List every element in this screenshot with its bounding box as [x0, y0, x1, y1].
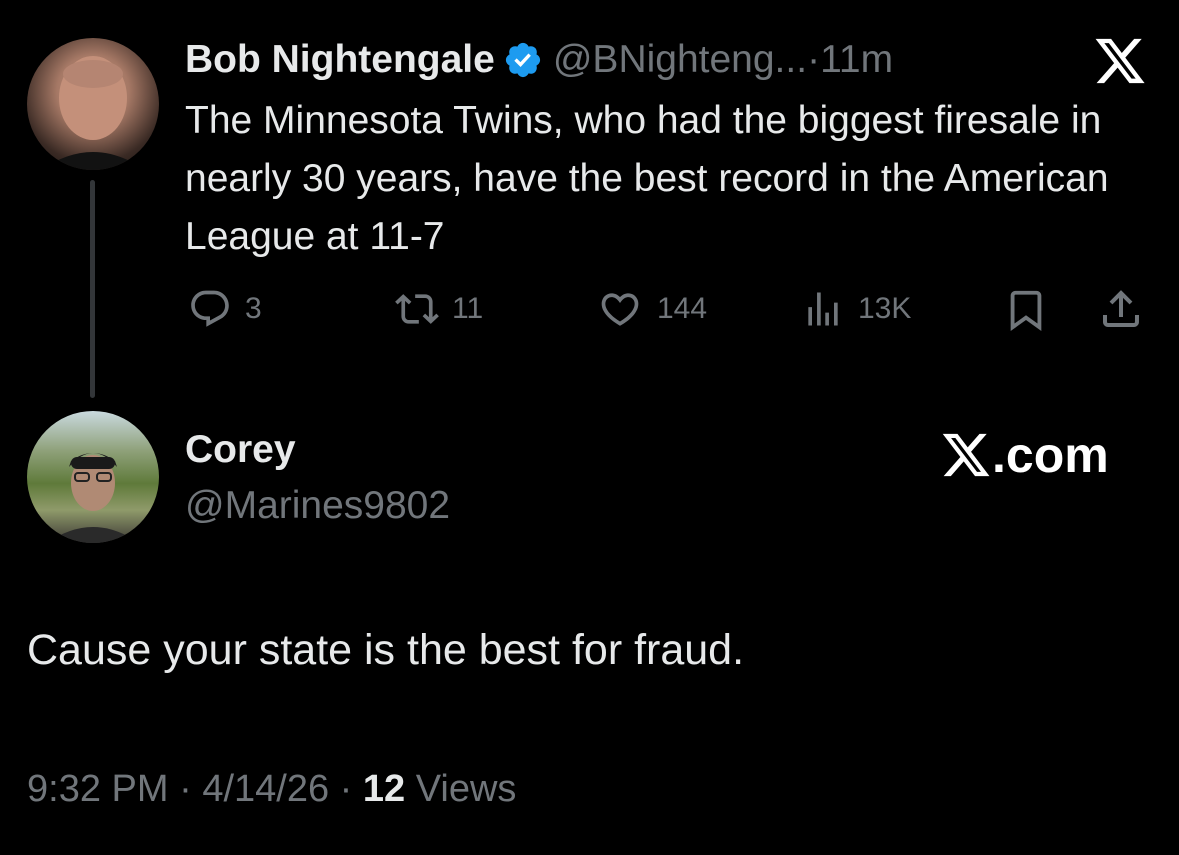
views-count: 13K [858, 292, 912, 325]
reply-button[interactable]: 3 [187, 287, 262, 331]
x-com-suffix: .com [992, 427, 1109, 483]
share-icon [1103, 290, 1139, 327]
bookmark-icon [1010, 290, 1042, 331]
views-icon [808, 292, 838, 326]
repost-count: 11 [452, 292, 484, 325]
like-count: 144 [657, 292, 708, 325]
avatar-corey[interactable] [27, 411, 159, 543]
x-com-watermark: .com [940, 426, 1109, 484]
reply-icon [191, 290, 229, 327]
verified-badge-icon [503, 40, 543, 80]
meta-separator: · [329, 768, 363, 810]
time-separator: · [807, 38, 821, 81]
thread-connector-line [90, 180, 95, 398]
reply-date[interactable]: 4/14/26 [202, 768, 329, 810]
reply-meta: 9:32 PM · 4/14/26 · 12 Views [27, 768, 516, 811]
like-button[interactable]: 144 [595, 287, 707, 331]
like-icon [601, 293, 639, 326]
share-button[interactable] [1097, 285, 1145, 333]
reply-time[interactable]: 9:32 PM [27, 768, 169, 810]
x-logo-icon [1092, 36, 1148, 86]
repost-button[interactable]: 11 [388, 287, 483, 331]
tweet-text: The Minnesota Twins, who had the biggest… [185, 99, 1109, 258]
reply-views-label: Views [405, 768, 517, 810]
avatar-bob-nightengale[interactable] [27, 38, 159, 170]
bookmark-button[interactable] [1003, 287, 1049, 333]
reply-author-name[interactable]: Corey [185, 428, 296, 472]
meta-separator: · [168, 768, 203, 810]
tweet-header: Bob Nightengale @BNighteng... · 11m [185, 36, 893, 84]
views-button[interactable]: 13K [800, 287, 911, 331]
author-handle[interactable]: @BNighteng... [553, 38, 807, 82]
repost-icon [395, 294, 439, 324]
x-logo-icon [942, 433, 990, 477]
reply-views-count: 12 [362, 768, 406, 810]
reply-author-handle[interactable]: @Marines9802 [185, 484, 450, 528]
reply-text: Cause your state is the best for fraud. [27, 626, 745, 674]
reply-count: 3 [245, 292, 262, 325]
tweet-time-ago[interactable]: 11m [820, 38, 893, 82]
author-display-name[interactable]: Bob Nightengale [185, 38, 495, 82]
